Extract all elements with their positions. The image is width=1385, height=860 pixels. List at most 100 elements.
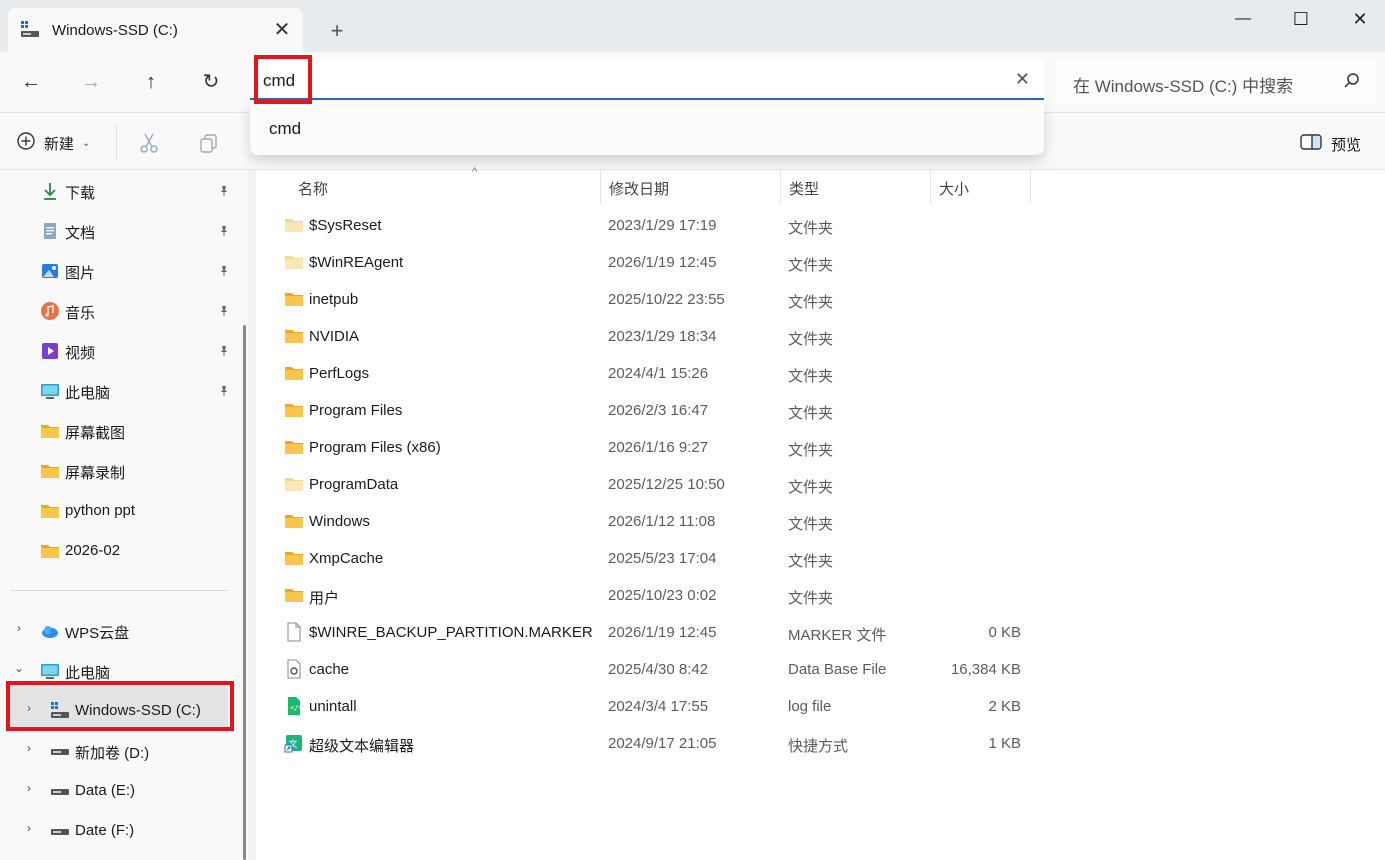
pin-icon[interactable] (218, 384, 230, 401)
file-row[interactable]: NVIDIA 2023/1/29 18:34 文件夹 (256, 318, 1385, 355)
back-button[interactable]: ← (14, 66, 48, 98)
column-size[interactable]: 大小 (931, 170, 1031, 204)
file-type: 文件夹 (788, 368, 834, 385)
column-type[interactable]: 类型 (781, 170, 931, 204)
chevron-down-icon[interactable]: ⌄ (12, 661, 26, 675)
file-name: XmpCache (309, 550, 384, 567)
sidebar-item[interactable]: 屏幕截图 (0, 412, 236, 448)
file-date: 2024/9/17 21:05 (608, 735, 717, 752)
sidebar-item[interactable]: 此电脑 (0, 372, 236, 408)
pin-icon[interactable] (218, 184, 230, 201)
sidebar-item[interactable]: 视频 (0, 332, 236, 368)
sidebar-item[interactable]: 文档 (0, 212, 236, 248)
documents-icon (40, 221, 60, 241)
settings-file-icon (284, 659, 304, 679)
file-row[interactable]: ProgramData 2025/12/25 10:50 文件夹 (256, 466, 1385, 503)
close-window-button[interactable]: ✕ (1337, 4, 1383, 34)
pin-icon[interactable] (218, 344, 230, 361)
file-name: 用户 (309, 590, 340, 607)
svg-text:</>: </> (290, 704, 303, 712)
up-button[interactable]: ↑ (134, 66, 168, 98)
file-type: 文件夹 (788, 294, 834, 311)
tree-item-label: 新加卷 (D:) (75, 745, 150, 762)
search-icon[interactable] (1343, 72, 1361, 94)
new-button[interactable]: 新建 ⌄ (16, 131, 90, 155)
file-row[interactable]: inetpub 2025/10/22 23:55 文件夹 (256, 281, 1385, 318)
file-name: $WINRE_BACKUP_PARTITION.MARKER (309, 624, 593, 641)
sidebar-item[interactable]: 图片 (0, 252, 236, 288)
pin-icon[interactable] (218, 224, 230, 241)
file-row[interactable]: cache 2025/4/30 8:42 Data Base File 16,3… (256, 651, 1385, 688)
sidebar-item-label: 下载 (65, 185, 96, 202)
music-icon (40, 301, 60, 321)
new-tab-button[interactable]: + (324, 18, 350, 44)
file-type: 文件夹 (788, 405, 834, 422)
chevron-right-icon[interactable]: › (12, 621, 26, 635)
refresh-button[interactable]: ↻ (194, 66, 228, 98)
tree-item[interactable]: › WPS云盘 (0, 612, 236, 648)
forward-button[interactable]: → (74, 66, 108, 98)
sidebar-item[interactable]: python ppt (0, 492, 236, 528)
file-date: 2026/1/16 9:27 (608, 439, 709, 456)
title-bar: Windows-SSD (C:) ✕ + — ☐ ✕ (0, 0, 1385, 52)
file-date: 2025/10/22 23:55 (608, 291, 725, 308)
download-icon (40, 181, 60, 201)
tab-close-icon[interactable]: ✕ (270, 18, 294, 42)
column-name-label: 名称 (298, 181, 329, 198)
pc-icon (40, 661, 60, 681)
sidebar-item[interactable]: 音乐 (0, 292, 236, 328)
drive-c-highlight (6, 681, 234, 731)
preview-button[interactable]: 预览 (1300, 133, 1361, 155)
file-size: 1 KB (988, 735, 1021, 752)
file-row[interactable]: $WinREAgent 2026/1/19 12:45 文件夹 (256, 244, 1385, 281)
tab-title: Windows-SSD (C:) (52, 22, 178, 39)
file-type: 文件夹 (788, 220, 834, 237)
clear-address-icon[interactable]: ✕ (1015, 69, 1030, 90)
search-box[interactable]: 在 Windows-SSD (C:) 中搜索 (1055, 60, 1377, 104)
tree-item[interactable]: › 新加卷 (D:) (0, 732, 236, 768)
tree-item-label: 此电脑 (65, 665, 111, 682)
address-bar[interactable]: cmd ✕ (250, 60, 1044, 100)
sidebar-item-label: 图片 (65, 265, 96, 282)
file-name: Program Files (309, 402, 403, 419)
pin-icon[interactable] (218, 304, 230, 321)
file-date: 2025/12/25 10:50 (608, 476, 725, 493)
pin-icon[interactable] (218, 264, 230, 281)
sidebar-scrollbar[interactable] (243, 325, 246, 860)
file-size: 2 KB (988, 698, 1021, 715)
copy-icon[interactable] (197, 131, 221, 155)
chevron-right-icon[interactable]: › (22, 781, 36, 795)
file-row[interactable]: Windows 2026/1/12 11:08 文件夹 (256, 503, 1385, 540)
sidebar-item[interactable]: 下载 (0, 172, 236, 208)
tree-item[interactable]: › Date (F:) (0, 812, 236, 848)
folder-icon (40, 541, 60, 561)
sidebar-item-label: 视频 (65, 345, 96, 362)
file-date: 2024/4/1 15:26 (608, 365, 709, 382)
file-row[interactable]: PerfLogs 2024/4/1 15:26 文件夹 (256, 355, 1385, 392)
sidebar-item[interactable]: 2026-02 (0, 532, 236, 568)
tree-item[interactable]: › Data (E:) (0, 772, 236, 808)
file-row[interactable]: $SysReset 2023/1/29 17:19 文件夹 (256, 207, 1385, 244)
chevron-right-icon[interactable]: › (22, 821, 36, 835)
column-name[interactable]: 名称 ^ (290, 166, 601, 204)
maximize-button[interactable]: ☐ (1278, 4, 1324, 34)
file-row[interactable]: $WINRE_BACKUP_PARTITION.MARKER 2026/1/19… (256, 614, 1385, 651)
file-row[interactable]: 用户 2025/10/23 0:02 文件夹 (256, 577, 1385, 614)
file-type: 文件夹 (788, 479, 834, 496)
search-input[interactable]: 在 Windows-SSD (C:) 中搜索 (1073, 72, 1293, 97)
cut-icon[interactable] (137, 131, 161, 155)
file-name: cache (309, 661, 350, 678)
column-date[interactable]: 修改日期 (601, 170, 781, 204)
file-row[interactable]: Program Files 2026/2/3 16:47 文件夹 (256, 392, 1385, 429)
minimize-button[interactable]: — (1220, 4, 1266, 34)
file-row[interactable]: Program Files (x86) 2026/1/16 9:27 文件夹 (256, 429, 1385, 466)
sidebar-item[interactable]: 屏幕录制 (0, 452, 236, 488)
file-row[interactable]: 文 超级文本编辑器 2024/9/17 21:05 快捷方式 1 KB (256, 725, 1385, 762)
file-row[interactable]: XmpCache 2025/5/23 17:04 文件夹 (256, 540, 1385, 577)
folder-icon (40, 461, 60, 481)
file-row[interactable]: </> unintall 2024/3/4 17:55 log file 2 K… (256, 688, 1385, 725)
suggestion-item[interactable]: cmd (269, 119, 301, 139)
chevron-right-icon[interactable]: › (22, 741, 36, 755)
file-size: 0 KB (988, 624, 1021, 641)
tab-windows-ssd[interactable]: Windows-SSD (C:) ✕ (8, 8, 303, 52)
